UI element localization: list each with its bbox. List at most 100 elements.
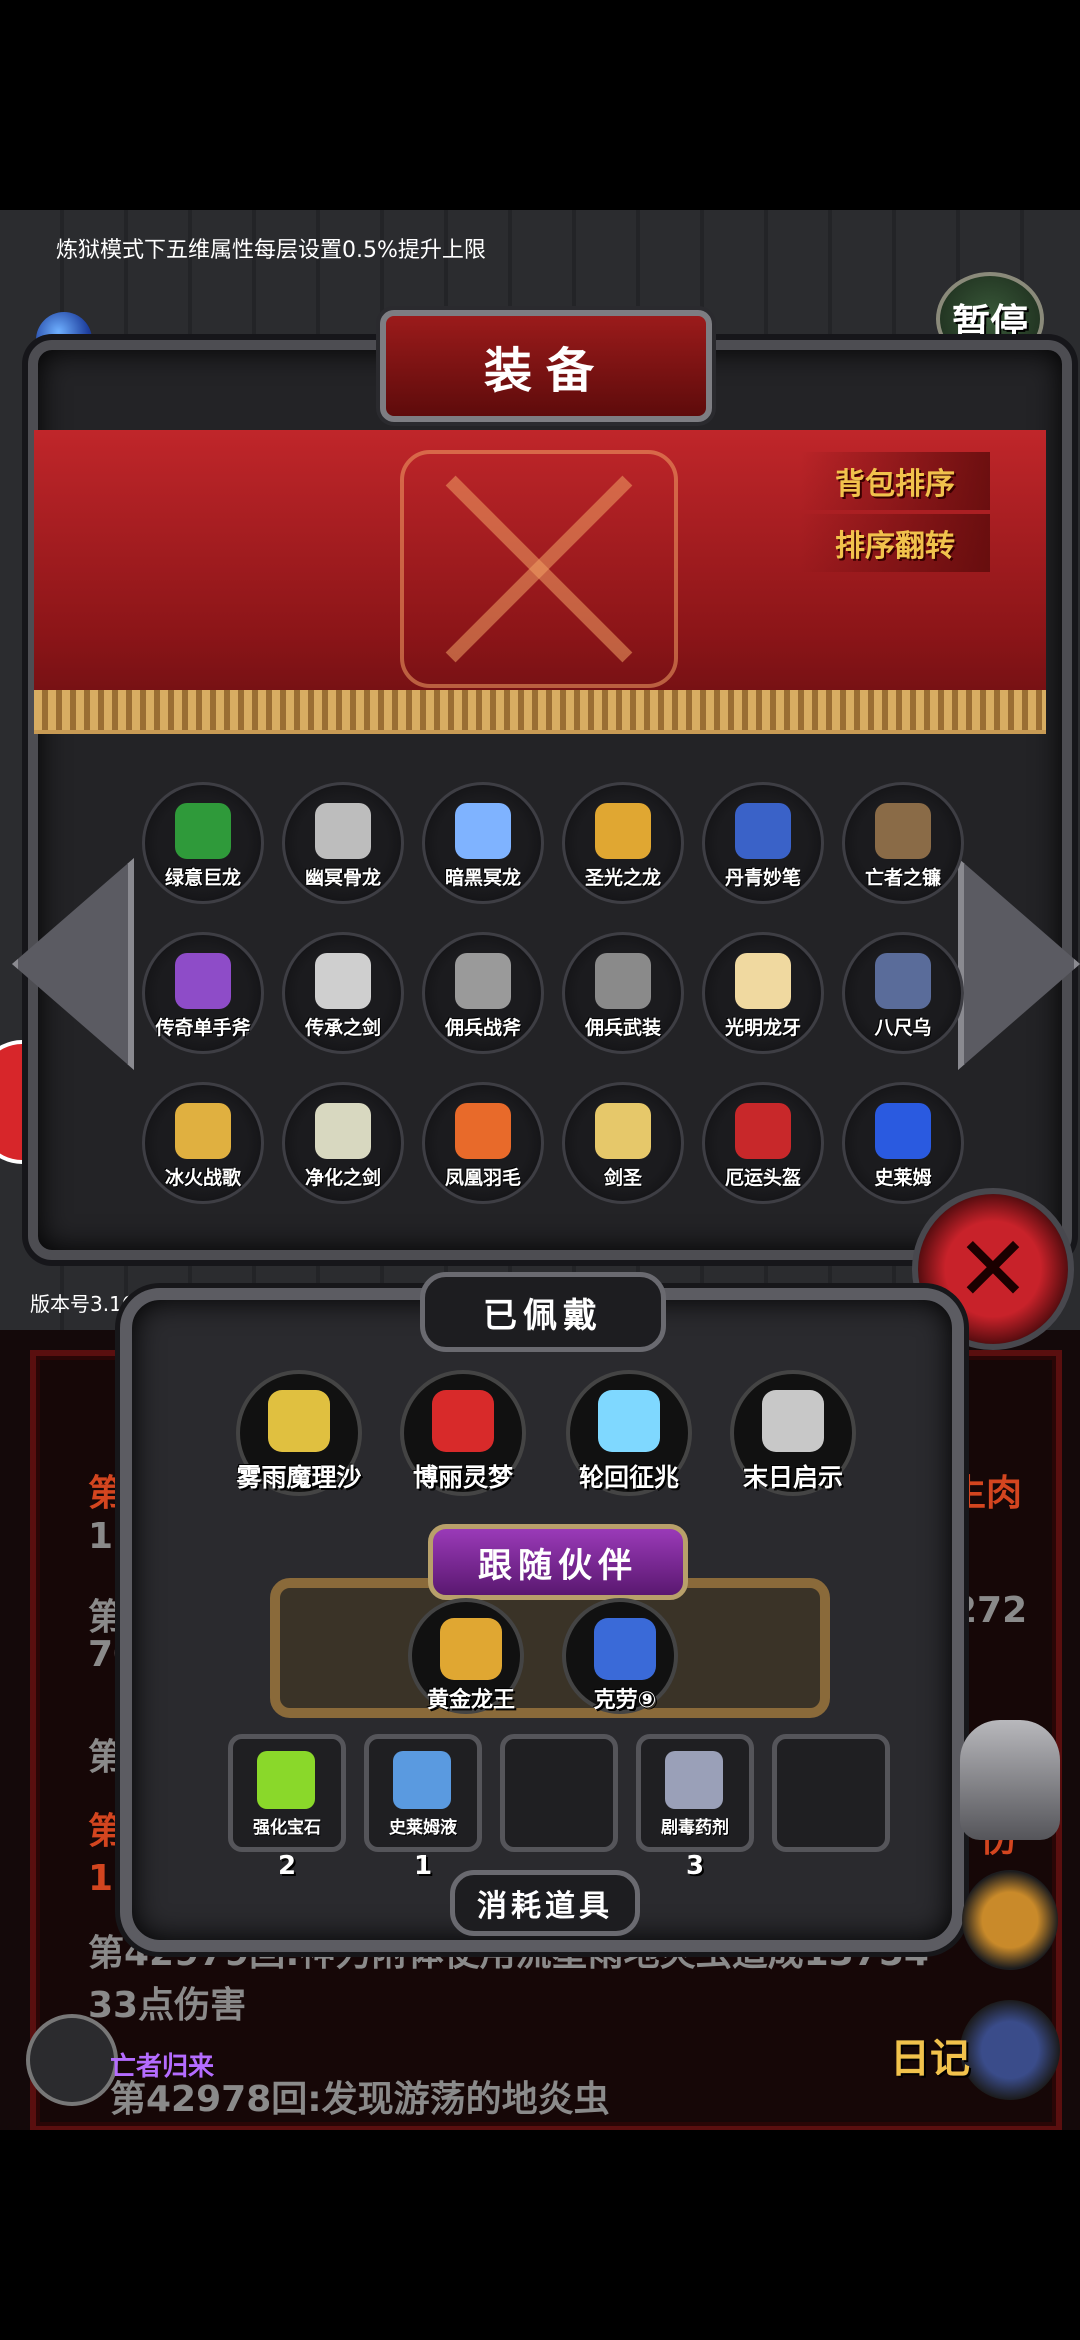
inventory-item[interactable]: 绿意巨龙 bbox=[142, 782, 264, 904]
player-avatar[interactable] bbox=[26, 2014, 118, 2106]
item-icon bbox=[595, 803, 651, 859]
inventory-item[interactable]: 史莱姆 bbox=[842, 1082, 964, 1204]
follower-label: 黄金龙王 bbox=[426, 1688, 515, 1713]
item-icon bbox=[875, 1103, 931, 1159]
worn-item[interactable]: 轮回征兆 bbox=[566, 1370, 692, 1496]
follower-icon bbox=[594, 1618, 656, 1680]
consumable-label: 史莱姆液 bbox=[389, 1818, 457, 1838]
worn-item-icon bbox=[268, 1390, 330, 1452]
consumable-label: 强化宝石 bbox=[253, 1818, 321, 1838]
mode-notice: 炼狱模式下五维属性每层设置0.5%提升上限 bbox=[56, 238, 486, 263]
beer-mug-icon[interactable] bbox=[962, 1870, 1058, 1970]
item-label: 厄运头盔 bbox=[724, 1167, 801, 1189]
consumable-slot[interactable]: 史莱姆液 1 bbox=[364, 1734, 482, 1881]
panel-title: 装备 bbox=[380, 310, 712, 422]
inventory-item[interactable]: 传承之剑 bbox=[282, 932, 404, 1054]
item-icon bbox=[455, 803, 511, 859]
inventory-item[interactable]: 暗黑冥龙 bbox=[422, 782, 544, 904]
log-line: 第 bbox=[88, 1473, 125, 1514]
consumable-slot[interactable]: 强化宝石 2 bbox=[228, 1734, 346, 1881]
inventory-item[interactable]: 佣兵武装 bbox=[562, 932, 684, 1054]
item-icon bbox=[175, 803, 231, 859]
follower-title: 跟随伙伴 bbox=[428, 1524, 688, 1600]
consumable-icon bbox=[257, 1751, 315, 1809]
inventory-item[interactable]: 佣兵战斧 bbox=[422, 932, 544, 1054]
item-label: 佣兵武装 bbox=[584, 1017, 661, 1039]
worn-item[interactable]: 博丽灵梦 bbox=[400, 1370, 526, 1496]
version-label: 版本号3.16 bbox=[30, 1292, 135, 1316]
item-label: 传奇单手斧 bbox=[155, 1017, 251, 1039]
worn-item-icon bbox=[762, 1390, 824, 1452]
inventory-item[interactable]: 幽冥骨龙 bbox=[282, 782, 404, 904]
item-icon bbox=[455, 1103, 511, 1159]
log-line: 第 bbox=[88, 1597, 125, 1638]
consumable-label: 剧毒药剂 bbox=[661, 1818, 729, 1838]
item-icon bbox=[595, 953, 651, 1009]
item-label: 冰火战歌 bbox=[164, 1167, 241, 1189]
helmet-icon[interactable] bbox=[960, 1720, 1060, 1840]
item-label: 佣兵战斧 bbox=[444, 1017, 521, 1039]
item-label: 净化之剑 bbox=[304, 1167, 381, 1189]
item-icon bbox=[455, 953, 511, 1009]
worn-item[interactable]: 末日启示 bbox=[730, 1370, 856, 1496]
item-icon bbox=[735, 1103, 791, 1159]
item-label: 丹青妙笔 bbox=[724, 867, 801, 889]
inventory-item[interactable]: 净化之剑 bbox=[282, 1082, 404, 1204]
worn-item-label: 末日启示 bbox=[742, 1463, 843, 1492]
banner-fringe bbox=[34, 690, 1046, 730]
diary-book-icon[interactable] bbox=[960, 2000, 1060, 2100]
consumable-icon bbox=[393, 1751, 451, 1809]
inventory-item[interactable]: 八尺乌 bbox=[842, 932, 964, 1054]
consumable-count: 3 bbox=[685, 1851, 705, 1881]
inventory-item[interactable]: 传奇单手斧 bbox=[142, 932, 264, 1054]
log-line: 1 bbox=[88, 1516, 114, 1557]
inventory-item[interactable]: 厄运头盔 bbox=[702, 1082, 824, 1204]
consumable-count: 2 bbox=[277, 1851, 297, 1881]
diary-label[interactable]: 日记 bbox=[890, 2026, 970, 2084]
inventory-item[interactable]: 冰火战歌 bbox=[142, 1082, 264, 1204]
item-icon bbox=[175, 953, 231, 1009]
consumable-slot[interactable] bbox=[772, 1734, 890, 1852]
worn-title: 已佩戴 bbox=[420, 1272, 666, 1352]
worn-item-label: 博丽灵梦 bbox=[412, 1463, 513, 1492]
reverse-sort-button[interactable]: 排序翻转 bbox=[800, 514, 990, 572]
consumable-slot[interactable]: 剧毒药剂 3 bbox=[636, 1734, 754, 1881]
crossed-swords-crest-icon bbox=[400, 450, 678, 688]
item-label: 亡者之镰 bbox=[864, 867, 941, 889]
worn-item-label: 轮回征兆 bbox=[578, 1463, 679, 1492]
consumable-slot[interactable] bbox=[500, 1734, 618, 1852]
inventory-item[interactable]: 丹青妙笔 bbox=[702, 782, 824, 904]
follower-item[interactable]: 克劳⑨ bbox=[562, 1598, 678, 1714]
item-label: 暗黑冥龙 bbox=[444, 867, 521, 889]
item-icon bbox=[875, 953, 931, 1009]
inventory-item[interactable]: 剑圣 bbox=[562, 1082, 684, 1204]
inventory-item[interactable]: 光明龙牙 bbox=[702, 932, 824, 1054]
worn-item-icon bbox=[432, 1390, 494, 1452]
item-icon bbox=[315, 953, 371, 1009]
player-name: 亡者归来 bbox=[110, 2052, 215, 2082]
item-label: 绿意巨龙 bbox=[164, 867, 241, 889]
item-icon bbox=[735, 953, 791, 1009]
item-icon bbox=[315, 803, 371, 859]
item-icon bbox=[875, 803, 931, 859]
item-label: 圣光之龙 bbox=[584, 867, 661, 889]
item-label: 剑圣 bbox=[603, 1167, 642, 1189]
inventory-item[interactable]: 圣光之龙 bbox=[562, 782, 684, 904]
sort-bag-button[interactable]: 背包排序 bbox=[800, 452, 990, 510]
item-icon bbox=[735, 803, 791, 859]
follower-item[interactable]: 黄金龙王 bbox=[408, 1598, 524, 1714]
log-line: 第 bbox=[88, 1737, 125, 1778]
item-icon bbox=[175, 1103, 231, 1159]
follower-icon bbox=[440, 1618, 502, 1680]
worn-item-icon bbox=[598, 1390, 660, 1452]
inventory-item[interactable]: 凤凰羽毛 bbox=[422, 1082, 544, 1204]
item-label: 幽冥骨龙 bbox=[304, 867, 381, 889]
item-label: 凤凰羽毛 bbox=[444, 1167, 521, 1189]
worn-item[interactable]: 雾雨魔理沙 bbox=[236, 1370, 362, 1496]
item-icon bbox=[595, 1103, 651, 1159]
consumables-title: 消耗道具 bbox=[450, 1870, 640, 1936]
item-label: 八尺乌 bbox=[874, 1017, 932, 1039]
log-line: 1 bbox=[88, 1858, 114, 1899]
inventory-item[interactable]: 亡者之镰 bbox=[842, 782, 964, 904]
consumable-icon bbox=[665, 1751, 723, 1809]
